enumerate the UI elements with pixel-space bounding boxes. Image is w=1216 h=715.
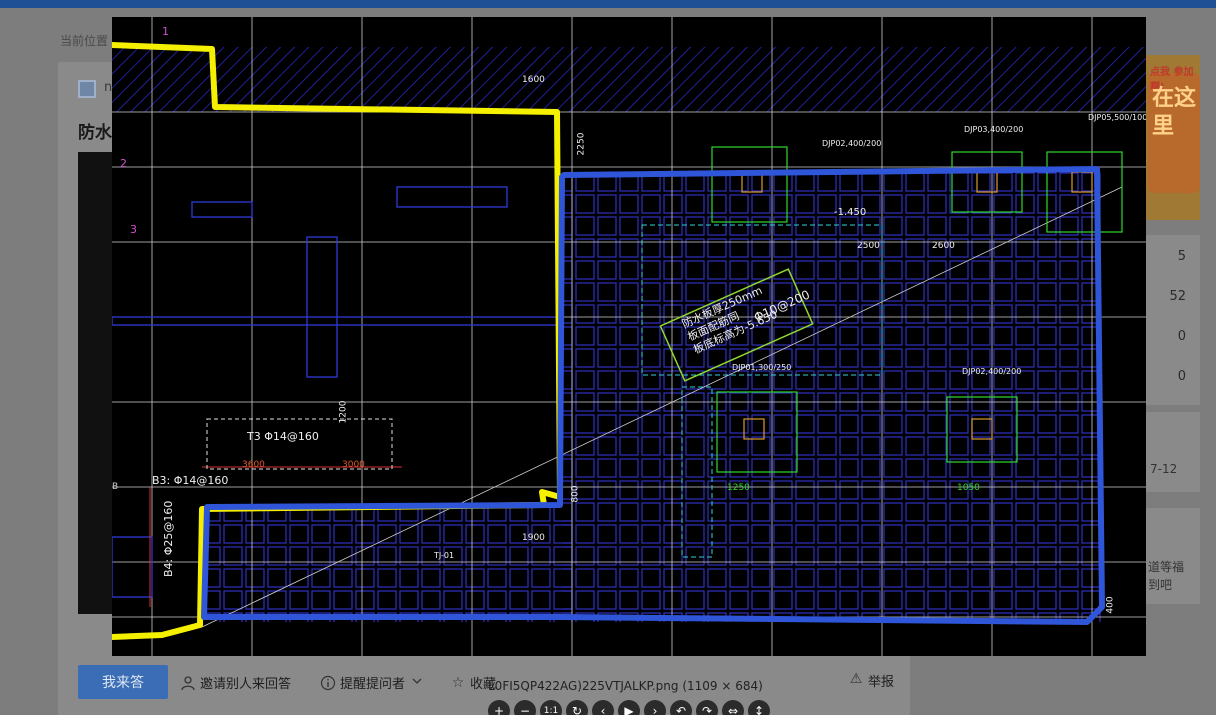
promo-line: 到吧 (1148, 578, 1173, 592)
rotate-right-button[interactable]: ↷ (696, 700, 718, 715)
invite-label: 邀请别人来回答 (200, 677, 292, 692)
invite-button[interactable]: 邀请别人来回答 (180, 673, 291, 692)
actual-size-button[interactable]: 1:1 (540, 700, 562, 715)
report-label: 举报 (868, 675, 895, 690)
dimension-label: 3000 (342, 460, 365, 470)
avatar[interactable] (78, 80, 96, 98)
raft-mesh-area (562, 172, 1102, 622)
hatched-wall-band (112, 47, 1146, 112)
image-caption: L0FI5QP422AG)225VTJALKP.png (1109 × 684) (488, 679, 763, 693)
zoom-out-button[interactable]: − (514, 700, 536, 715)
grid-axis-label: B (112, 482, 119, 492)
person-icon (180, 675, 196, 691)
star-icon: ☆ (451, 674, 465, 691)
report-button[interactable]: ⚠ 举报 (848, 671, 894, 690)
dimension-label: 1250 (727, 483, 750, 493)
sidebar-date-card: 7-12 (1144, 412, 1200, 492)
chevron-down-icon (409, 675, 425, 691)
sidebar-stats: 5 52 0 0 (1144, 235, 1200, 405)
t3-label: T3 Φ14@160 (247, 430, 319, 443)
dimension-label: 1200 (338, 400, 349, 424)
sidebar-promo[interactable]: 道等福 到吧 (1144, 508, 1200, 604)
elevation-label: -1.450 (834, 207, 867, 218)
pile-cap-label: DJP02,400/200 (822, 139, 882, 148)
dimension-label: 800 (570, 485, 581, 503)
zoom-in-button[interactable]: + (488, 700, 510, 715)
info-circle-icon (320, 675, 336, 691)
b3-label: B3: Φ14@160 (152, 474, 229, 487)
prev-button[interactable]: ‹ (592, 700, 614, 715)
pile-cap-label: DJP05,500/100 (1088, 113, 1146, 122)
user-name[interactable]: n (104, 80, 112, 95)
grid-axis-label: 1 (162, 25, 169, 38)
grid-axis-label: 3 (130, 223, 137, 236)
dimension-label: 400 (1105, 596, 1116, 614)
flip-horizontal-button[interactable]: ⇔ (722, 700, 744, 715)
action-bar: 我来答 邀请别人来回答 提醒提问者 ☆ 收藏 ⚠ 举报 (58, 655, 910, 715)
ad-big-text: 在这里 (1152, 86, 1197, 139)
date-text: 7-12 (1150, 462, 1178, 476)
rotate-left-button[interactable]: ↶ (670, 700, 692, 715)
dimension-label: 3600 (242, 460, 265, 470)
footing-label: TJ-01 (434, 551, 455, 560)
viewer-toolbar: + − 1:1 ↻ ‹ ▶ › ↶ ↷ ⇔ ↕ (488, 700, 770, 715)
raft-mesh-area-lower (202, 507, 572, 622)
remind-button[interactable]: 提醒提问者 (320, 673, 425, 692)
cad-drawing (112, 17, 1146, 656)
sidebar-ad[interactable]: 点我 参加啊! 在这里 (1144, 55, 1200, 220)
dimension-label: 1900 (522, 533, 545, 543)
next-button[interactable]: › (644, 700, 666, 715)
pile-cap-label: DJP02,400/200 (962, 367, 1022, 376)
dimension-label: 2500 (857, 241, 880, 251)
stat-value: 0 (1177, 329, 1186, 344)
reset-button[interactable]: ↻ (566, 700, 588, 715)
remind-label: 提醒提问者 (340, 677, 406, 692)
top-nav-bar (0, 0, 1216, 8)
breadcrumb: 当前位置 (60, 34, 109, 48)
image-viewer[interactable]: 防水板厚250mm 板面配筋同 板底标高为-5.650 Φ10@200 T3 Φ… (112, 17, 1146, 656)
grid-axis-label: 2 (120, 157, 127, 170)
dimension-label: 2600 (932, 241, 955, 251)
b4-label: B4: Φ25@160 (162, 500, 175, 577)
promo-line: 道等福 (1148, 560, 1185, 574)
dimension-label: 1600 (522, 75, 545, 85)
stat-value: 0 (1177, 369, 1186, 384)
stat-value: 52 (1169, 289, 1186, 304)
dimension-label: 2250 (576, 132, 587, 156)
page-title: 防水 (78, 123, 112, 143)
flip-vertical-button[interactable]: ↕ (748, 700, 770, 715)
play-button[interactable]: ▶ (618, 700, 640, 715)
question-image-thumb[interactable] (78, 152, 114, 614)
warning-icon: ⚠ (849, 671, 863, 687)
stat-value: 5 (1177, 249, 1186, 264)
dimension-label: 1050 (957, 483, 980, 493)
pile-cap-label: DJP01,300/250 (732, 363, 792, 372)
pile-cap-label: DJP03,400/200 (964, 125, 1024, 134)
answer-button[interactable]: 我来答 (78, 665, 168, 699)
